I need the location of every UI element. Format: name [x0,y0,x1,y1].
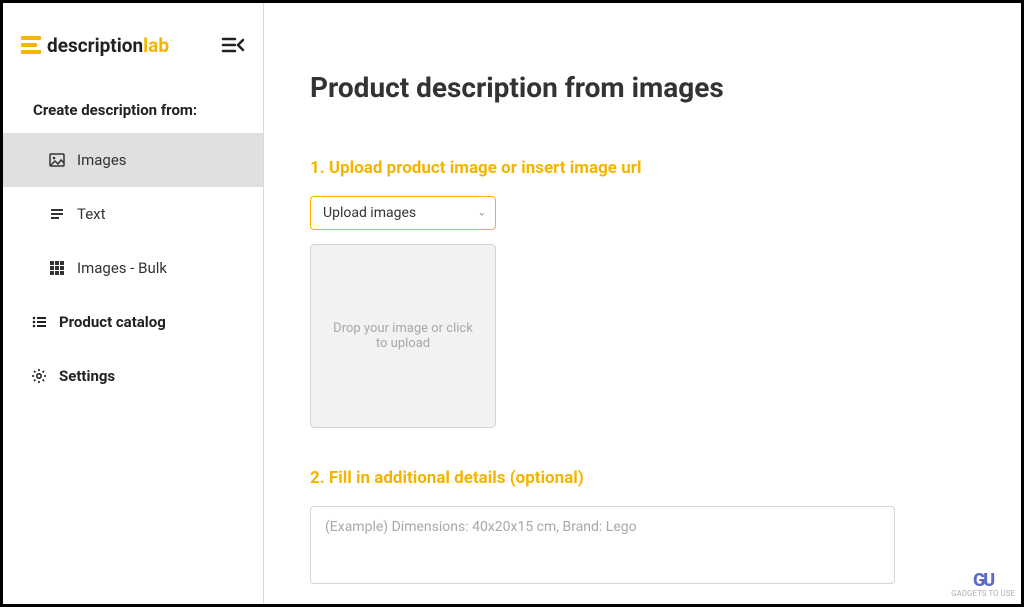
sidebar-item-text[interactable]: Text [3,187,263,241]
hamburger-icon [21,36,41,54]
sidebar-item-label: Images - Bulk [77,259,167,277]
list-icon [31,314,47,330]
chevron-down-icon: ⌄ [478,208,486,219]
logo-text-part1: description [47,34,143,57]
dropzone-text: Drop your image or click to upload [329,321,477,351]
logo-row: descriptionlab [3,3,263,83]
watermark: GU GADGETS TO USE [951,572,1015,598]
image-icon [49,152,65,168]
gear-icon [31,368,47,384]
page-title: Product description from images [310,71,981,104]
logo-text-part2: lab [143,34,169,57]
sidebar-item-label: Text [77,205,106,223]
sidebar-item-label: Settings [59,367,115,385]
image-dropzone[interactable]: Drop your image or click to upload [310,244,496,428]
additional-details-input[interactable] [310,506,895,584]
main-content: Product description from images 1. Uploa… [264,3,1021,604]
sidebar-section-label: Create description from: [3,83,263,133]
sidebar-item-label: Product catalog [59,313,166,331]
sidebar-item-images[interactable]: Images [3,133,263,187]
collapse-sidebar-button[interactable] [221,33,245,57]
upload-type-select[interactable]: Upload images ⌄ [310,196,496,230]
step1-heading: 1. Upload product image or insert image … [310,158,981,178]
text-icon [49,206,65,222]
step2-heading: 2. Fill in additional details (optional) [310,468,981,488]
select-label: Upload images [323,205,416,221]
watermark-text: GADGETS TO USE [951,590,1015,598]
sidebar-item-product-catalog[interactable]: Product catalog [3,295,263,349]
sidebar-item-label: Images [77,151,127,169]
watermark-logo: GU [951,572,1015,590]
sidebar-item-images-bulk[interactable]: Images - Bulk [3,241,263,295]
grid-icon [49,260,65,276]
collapse-icon [221,33,245,57]
logo-text: descriptionlab [47,34,169,57]
sidebar-item-settings[interactable]: Settings [3,349,263,403]
sidebar: descriptionlab Create description from: [3,3,264,604]
logo: descriptionlab [21,34,169,57]
